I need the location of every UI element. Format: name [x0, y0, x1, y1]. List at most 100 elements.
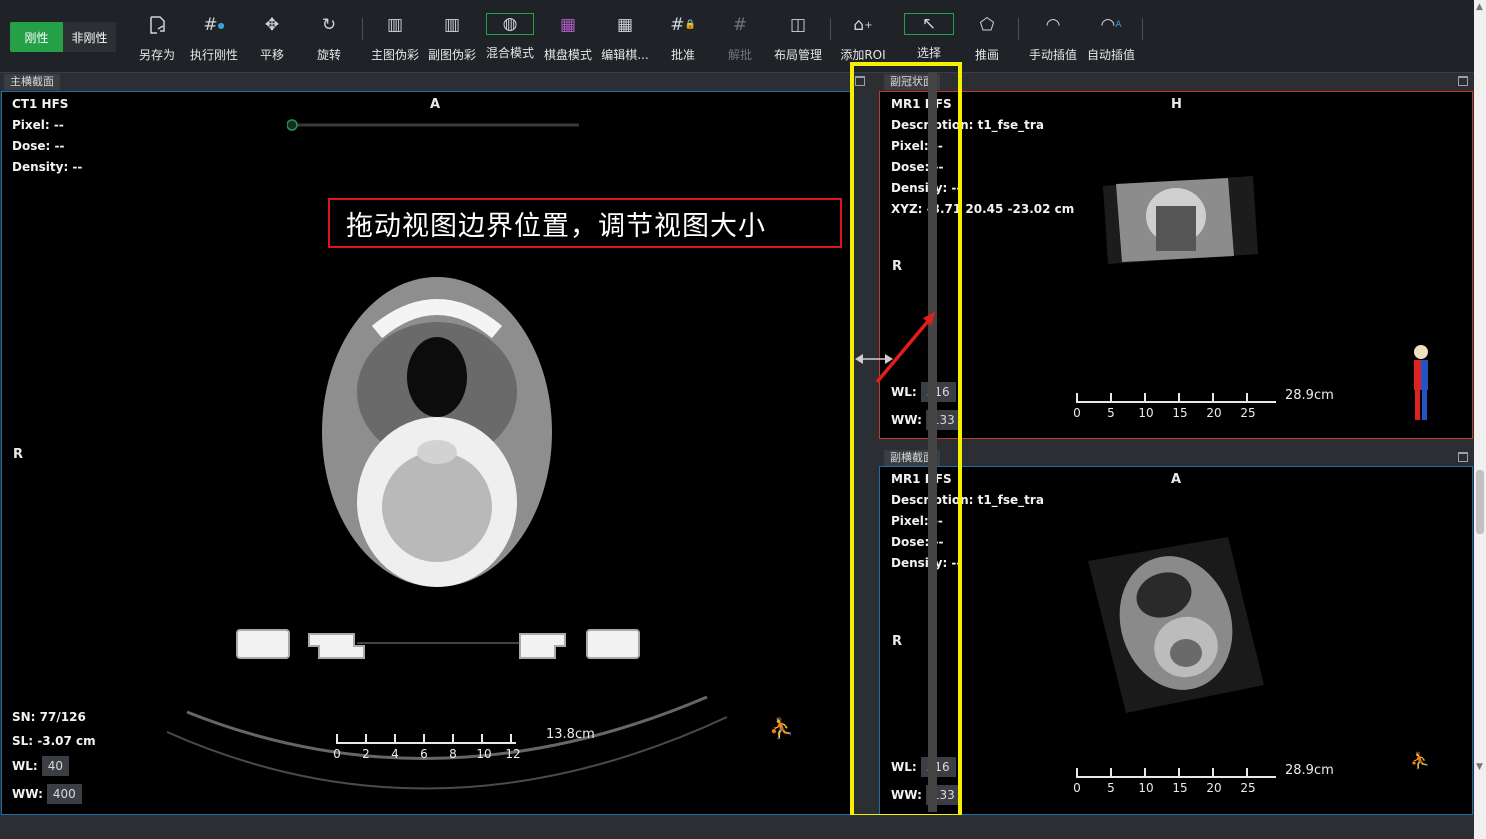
save-as-button[interactable]: 另存为: [126, 10, 188, 66]
axial-view-maximize-icon[interactable]: [1458, 452, 1468, 462]
approve-icon: # 🔒: [670, 15, 696, 35]
orientation-logo-icon: ⛹: [769, 716, 794, 740]
coronal-view[interactable]: MR1 HFS Description: t1_fse_tra Pixel: -…: [879, 91, 1473, 439]
registration-mode-toggle: 刚性 非刚性: [10, 22, 116, 52]
nonrigid-mode-button[interactable]: 非刚性: [63, 22, 116, 52]
manual-interp-label: 手动插值: [1028, 48, 1077, 62]
auto-interp-icon: ◠ A: [1100, 15, 1122, 35]
secondary-pseudocolor-icon: ▥: [443, 15, 461, 35]
ruler-tick-label: 12: [505, 747, 521, 761]
ruler-tick-label: 10: [1138, 781, 1154, 795]
blend-mode-icon: ◍: [486, 13, 534, 35]
ruler-tick-label: 15: [1172, 781, 1188, 795]
edit-checkerboard-icon: ▦: [616, 15, 634, 35]
main-view-ww: WW: 400: [12, 784, 82, 804]
edit-checkerboard-button[interactable]: ▦ 编辑棋...: [594, 10, 656, 66]
auto-interp-label: 自动插值: [1086, 48, 1135, 62]
main-view-ruler-length: 13.8cm: [546, 727, 595, 742]
execute-rigid-button[interactable]: # ● 执行刚性: [183, 10, 245, 66]
ruler-line: [336, 742, 516, 744]
main-view-tab[interactable]: 主横截面: [4, 74, 60, 90]
ruler-tick: [365, 734, 367, 744]
ruler-tick: [394, 734, 396, 744]
ruler-tick-label: 0: [1073, 406, 1081, 420]
coronal-view-maximize-icon[interactable]: [1458, 76, 1468, 86]
manual-interp-icon: ◠: [1045, 15, 1061, 35]
manual-interp-button[interactable]: ◠ 手动插值: [1022, 10, 1084, 66]
main-view-wl: WL: 40: [12, 756, 69, 776]
axial-view-anterior-label: A: [1171, 472, 1182, 487]
scrollbar-thumb[interactable]: [1476, 470, 1484, 534]
rotate-button[interactable]: ↻ 旋转: [298, 10, 360, 66]
main-view-anterior-label: A: [430, 97, 441, 112]
toolbar-separator: [1018, 18, 1019, 40]
unapprove-icon: #: [732, 15, 748, 35]
toolbar-separator: [1142, 18, 1143, 40]
blend-mode-button[interactable]: ◍ 混合模式: [479, 10, 541, 66]
edit-checkerboard-label: 编辑棋...: [601, 48, 649, 62]
axial-view-ruler-length: 28.9cm: [1285, 763, 1334, 778]
scroll-up-icon[interactable]: ▲: [1476, 2, 1483, 12]
unapprove-button[interactable]: # 解批: [709, 10, 771, 66]
toolbar-separator: [362, 18, 363, 40]
approve-button[interactable]: # 🔒 批准: [652, 10, 714, 66]
main-view-slice-number: SN: 77/126: [12, 710, 86, 724]
ruler-tick: [1110, 768, 1112, 778]
primary-pseudocolor-label: 主图伪彩: [370, 48, 419, 62]
main-view-title: CT1 HFS: [12, 97, 69, 111]
slice-slider[interactable]: [287, 119, 587, 131]
pan-button[interactable]: ✥ 平移: [241, 10, 303, 66]
wl-label: WL:: [12, 759, 38, 773]
ruler-tick-label: 4: [391, 747, 399, 761]
add-roi-button[interactable]: ⌂ + 添加ROI: [832, 10, 894, 66]
blend-mode-label: 混合模式: [485, 46, 534, 60]
add-roi-label: 添加ROI: [840, 48, 886, 62]
secondary-pseudocolor-button[interactable]: ▥ 副图伪彩: [421, 10, 483, 66]
ruler-tick: [1246, 768, 1248, 778]
ruler-tick-label: 2: [362, 747, 370, 761]
main-view-wl-input[interactable]: 40: [41, 756, 69, 776]
resize-annotation-arrow: [855, 312, 935, 384]
ruler-tick: [1144, 768, 1146, 778]
ruler-tick: [1212, 768, 1214, 778]
main-view-dose: Dose: --: [12, 139, 65, 153]
rigid-mode-button[interactable]: 刚性: [10, 22, 63, 52]
ruler-tick-label: 10: [476, 747, 492, 761]
ruler-tick: [510, 734, 512, 744]
ruler-tick-label: 6: [420, 747, 428, 761]
scroll-down-icon[interactable]: ▼: [1476, 762, 1483, 772]
ruler-tick-label: 8: [449, 747, 457, 761]
secondary-axial-view[interactable]: MR1 HFS Description: t1_fse_tra Pixel: -…: [879, 466, 1473, 815]
axial-mr-image: [1088, 537, 1264, 713]
secondary-pseudocolor-label: 副图伪彩: [427, 48, 476, 62]
ruler-tick: [1076, 393, 1078, 403]
main-view-slice-location: SL: -3.07 cm: [12, 734, 96, 748]
ruler-tick-label: 10: [1138, 406, 1154, 420]
ruler-tick: [336, 734, 338, 744]
layout-button[interactable]: ◫ 布局管理: [767, 10, 829, 66]
coronal-mr-image: [1103, 176, 1258, 264]
select-button[interactable]: ↖ 选择: [898, 10, 960, 66]
instruction-callout: 拖动视图边界位置，调节视图大小: [328, 198, 842, 248]
checkerboard-button[interactable]: ▦ 棋盘模式: [537, 10, 599, 66]
approve-label: 批准: [670, 48, 695, 62]
ruler-tick: [1076, 768, 1078, 778]
main-view-pixel: Pixel: --: [12, 118, 64, 132]
main-view-scale-ruler: 0 2 4 6 8 10 12 13.8cm: [333, 727, 606, 767]
vertical-scrollbar[interactable]: ▲ ▼: [1474, 0, 1486, 839]
main-view-ww-input[interactable]: 400: [46, 784, 82, 804]
pan-icon: ✥: [264, 15, 280, 35]
execute-rigid-label: 执行刚性: [189, 48, 238, 62]
toolbar-separator: [830, 18, 831, 40]
ruler-tick: [1246, 393, 1248, 403]
ruler-tick: [1144, 393, 1146, 403]
push-draw-button[interactable]: ⬠ 推画: [956, 10, 1018, 66]
axial-view-scale-ruler: 0 5 10 15 20 25 28.9cm: [1073, 763, 1336, 801]
auto-interp-button[interactable]: ◠ A 自动插值: [1080, 10, 1142, 66]
ruler-tick: [1212, 393, 1214, 403]
ruler-tick-label: 0: [1073, 781, 1081, 795]
ruler-tick-label: 25: [1240, 781, 1256, 795]
push-draw-label: 推画: [974, 48, 999, 62]
primary-pseudocolor-button[interactable]: ▥ 主图伪彩: [364, 10, 426, 66]
orientation-logo-icon: ⛹: [1410, 751, 1430, 770]
